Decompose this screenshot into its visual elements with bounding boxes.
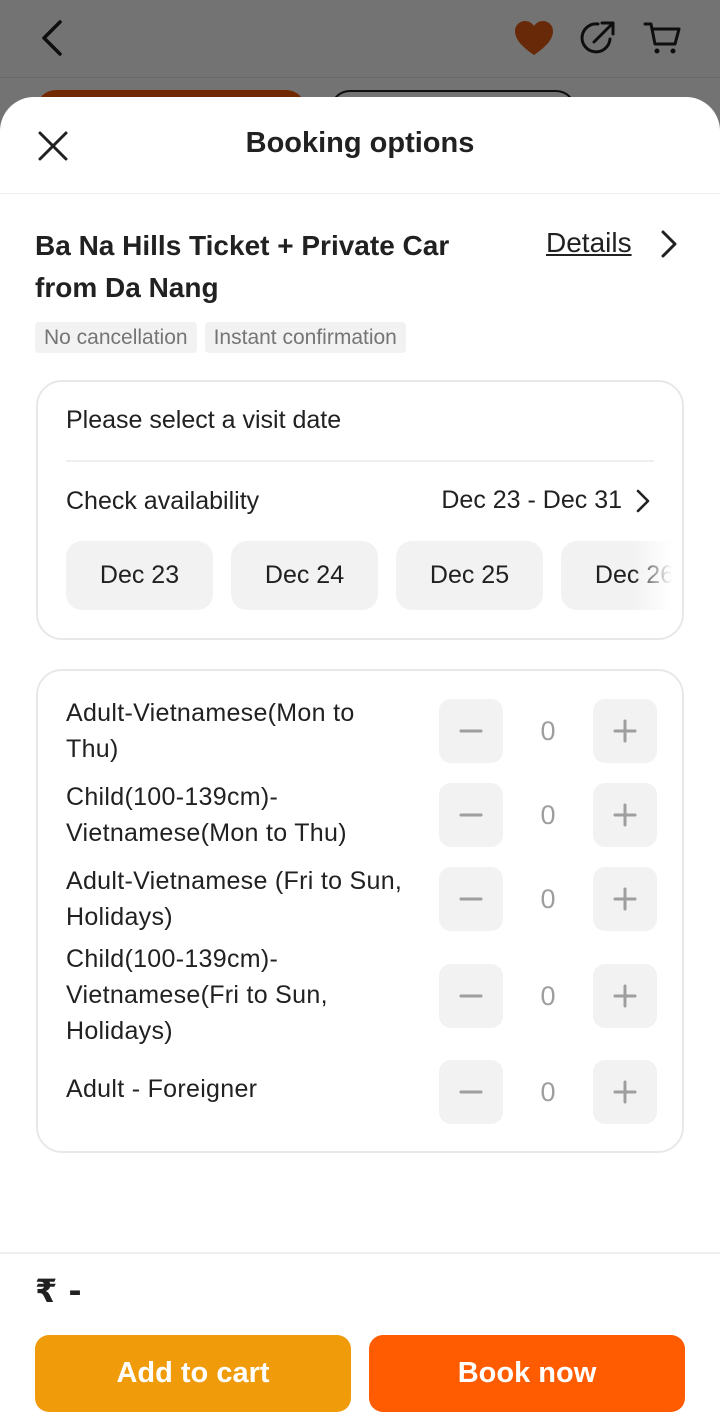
plus-icon — [613, 719, 637, 743]
quantity-label: Adult-Vietnamese(Mon to Thu) — [66, 699, 355, 763]
decrement-button[interactable] — [439, 699, 503, 763]
date-chip[interactable]: Dec 24 — [231, 541, 378, 610]
quantity-value: 0 — [540, 981, 556, 1011]
decrement-button[interactable] — [439, 867, 503, 931]
quantity-stepper: 0 — [439, 867, 657, 931]
chevron-right-icon[interactable] — [654, 229, 684, 259]
plus-icon — [613, 984, 637, 1008]
quantity-stepper: 0 — [439, 783, 657, 847]
sheet-header: Booking options — [0, 97, 720, 194]
date-chip-list: Dec 23 Dec 24 Dec 25 Dec 26 — [66, 541, 682, 610]
tag-no-cancellation: No cancellation — [35, 322, 197, 353]
quantity-label: Adult-Vietnamese (Fri to Sun, Holidays) — [66, 867, 403, 931]
quantity-value: 0 — [540, 716, 556, 746]
sheet-title: Booking options — [245, 127, 475, 159]
minus-icon — [459, 897, 483, 901]
increment-button[interactable] — [593, 783, 657, 847]
product-title: Ba Na Hills Ticket + Private Car from Da… — [35, 230, 450, 303]
quantity-label: Adult - Foreigner — [66, 1075, 258, 1103]
quantity-value: 0 — [540, 800, 556, 830]
quantity-label: Child(100-139cm)-Vietnamese(Mon to Thu) — [66, 783, 347, 847]
book-now-button[interactable]: Book now — [369, 1335, 685, 1412]
minus-icon — [459, 1090, 483, 1094]
increment-button[interactable] — [593, 1060, 657, 1124]
scroll-fade — [632, 532, 682, 622]
details-link[interactable]: Details — [546, 227, 632, 259]
minus-icon — [459, 994, 483, 998]
chevron-right-icon — [636, 489, 650, 512]
check-availability-label: Check availability — [66, 487, 260, 515]
plus-icon — [613, 1080, 637, 1104]
date-chip[interactable]: Dec 25 — [396, 541, 543, 610]
date-range-link[interactable]: Dec 23 - Dec 31 — [441, 486, 654, 515]
quantity-stepper: 0 — [439, 699, 657, 763]
divider — [66, 460, 654, 462]
increment-button[interactable] — [593, 867, 657, 931]
quantity-value: 0 — [540, 1077, 556, 1107]
minus-icon — [459, 729, 483, 733]
date-prompt: Please select a visit date — [66, 406, 342, 434]
quantity-value: 0 — [540, 884, 556, 914]
quantity-stepper: 0 — [439, 964, 657, 1028]
date-chip[interactable]: Dec 23 — [66, 541, 213, 610]
date-range-text: Dec 23 - Dec 31 — [441, 486, 622, 514]
quantity-label: Child(100-139cm)-Vietnamese(Fri to Sun, … — [66, 945, 328, 1045]
product-tags: No cancellation Instant confirmation — [35, 322, 406, 353]
decrement-button[interactable] — [439, 783, 503, 847]
increment-button[interactable] — [593, 964, 657, 1028]
booking-options-sheet: Booking options Ba Na Hills Ticket + Pri… — [0, 97, 720, 1425]
checkout-footer: ₹ - Add to cart Book now — [0, 1252, 720, 1425]
total-price: ₹ - — [35, 1272, 82, 1310]
minus-icon — [459, 813, 483, 817]
increment-button[interactable] — [593, 699, 657, 763]
tag-instant-confirmation: Instant confirmation — [204, 322, 406, 353]
quantity-stepper: 0 — [439, 1060, 657, 1124]
plus-icon — [613, 887, 637, 911]
date-selection-card: Please select a visit date Check availab… — [36, 380, 684, 640]
decrement-button[interactable] — [439, 964, 503, 1028]
add-to-cart-button[interactable]: Add to cart — [35, 1335, 351, 1412]
quantity-card: Adult-Vietnamese(Mon to Thu) 0 Child(100… — [36, 669, 684, 1153]
decrement-button[interactable] — [439, 1060, 503, 1124]
plus-icon — [613, 803, 637, 827]
